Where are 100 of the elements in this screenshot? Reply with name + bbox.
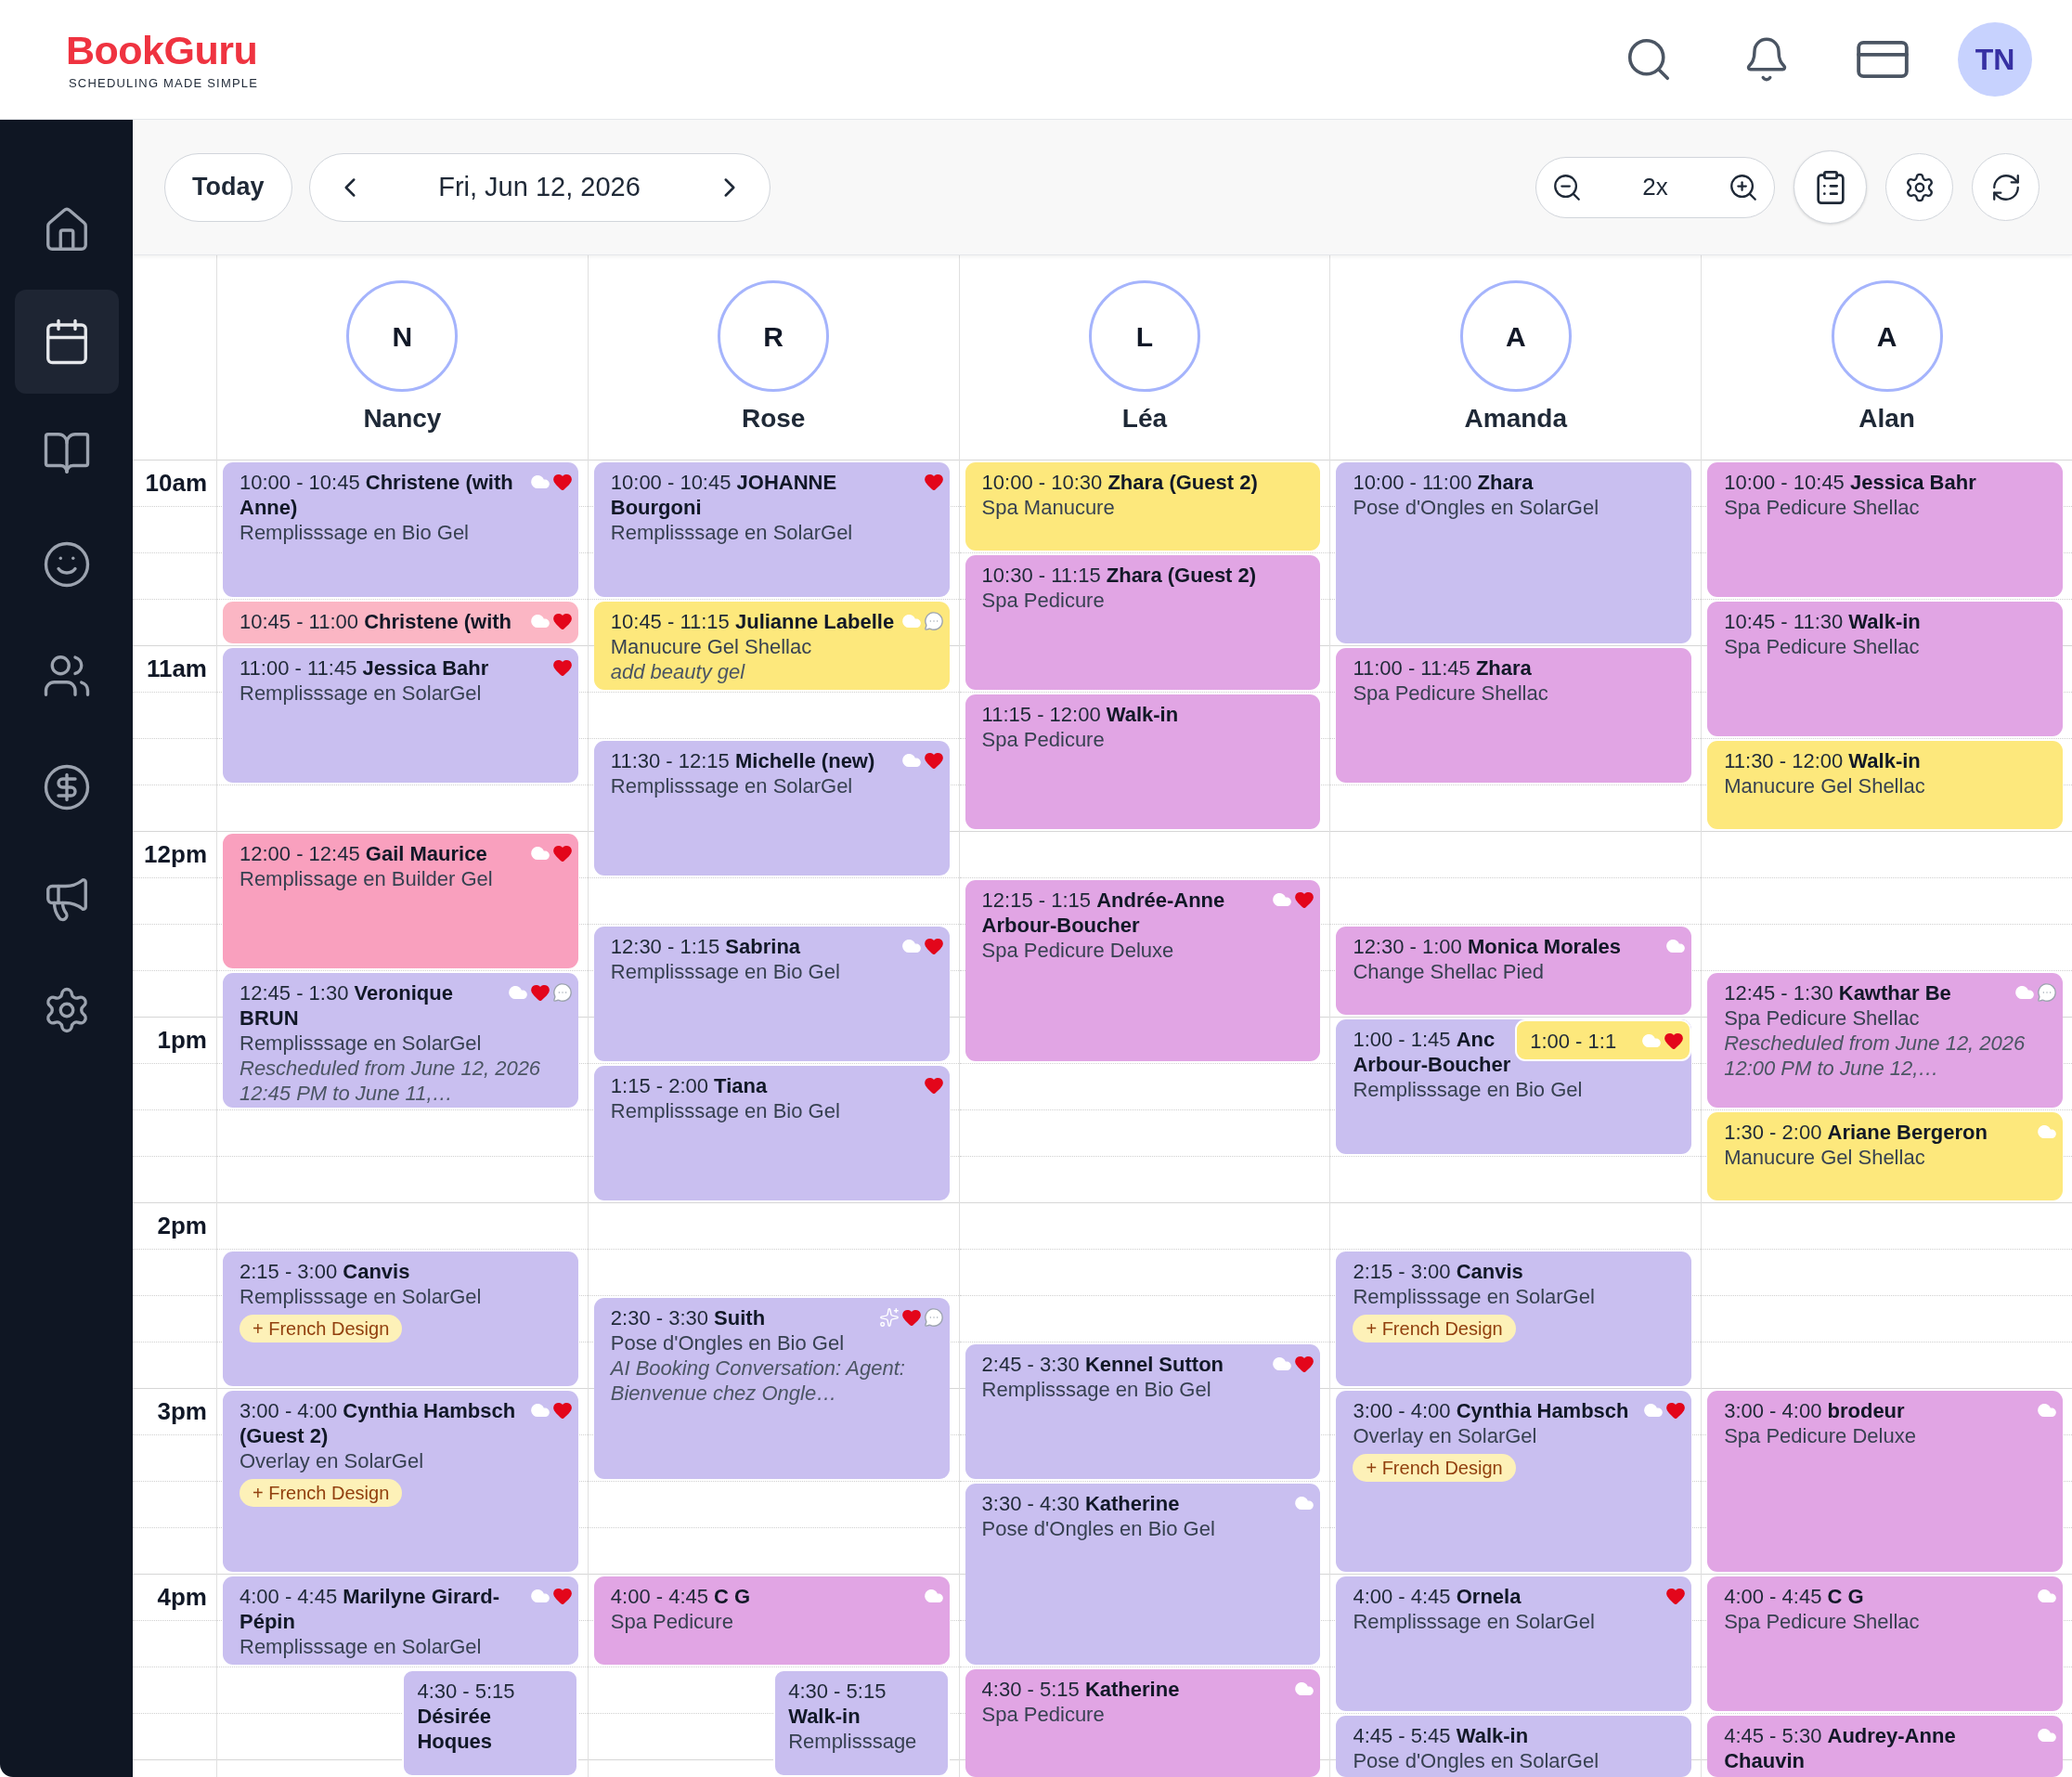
appointment-card[interactable]: 10:45 - 11:00 Christene (with bbox=[223, 602, 578, 643]
appointment-card[interactable]: 4:00 - 4:45 C G Spa Pedicure bbox=[593, 1576, 950, 1665]
service-name: Remplisssage en SolarGel bbox=[610, 773, 854, 798]
appointment-card[interactable]: 2:15 - 3:00 Canvis Remplisssage en SolarGel + French Design bbox=[1336, 1252, 1692, 1386]
appointment-title: 11:30 - 12:00 Walk-in bbox=[1724, 748, 1922, 773]
appointment-card[interactable]: 10:00 - 10:45 JOHANNE Bourgoni Remplisssage en SolarGel bbox=[593, 462, 950, 597]
appointment-title: 10:00 - 10:45 Christene (with Anne) bbox=[240, 470, 514, 520]
chat-icon bbox=[923, 611, 944, 631]
appointment-card[interactable]: 4:30 - 5:15 Walk-in Remplisssage bbox=[773, 1669, 950, 1777]
appointment-card[interactable]: 3:00 - 4:00 Cynthia Hambsch Overlay en SolarGel + French Design bbox=[1336, 1391, 1692, 1572]
service-name: Spa Manucure bbox=[981, 495, 1116, 520]
service-name: Spa Pedicure bbox=[981, 588, 1106, 613]
service-name: Remplisssage bbox=[788, 1729, 918, 1754]
appointment-title: 11:00 - 11:45 Jessica Bahr bbox=[240, 655, 490, 681]
staff-avatar[interactable]: R bbox=[718, 280, 830, 392]
service-name: Remplisssage en Bio Gel bbox=[240, 520, 470, 545]
heart-icon bbox=[551, 657, 573, 678]
appointment-card[interactable]: 1:00 - 1:45 Anc Arbour-Boucher Remplisssage en Bio Gel 1:00 - 1:1 bbox=[1336, 1019, 1692, 1154]
user-avatar[interactable]: TN bbox=[1958, 22, 2032, 97]
appointment-card[interactable]: 10:45 - 11:15 Julianne Labelle Manucure Gel Shellac add beauty gel bbox=[593, 602, 950, 690]
appointment-card[interactable]: 2:45 - 3:30 Kennel Sutton Remplisssage en Bio Gel bbox=[965, 1344, 1321, 1479]
appointment-card[interactable]: 11:00 - 11:45 Zhara Spa Pedicure Shellac bbox=[1336, 648, 1692, 783]
appointment-card[interactable]: 12:45 - 1:30 Veronique BRUN Remplisssage en SolarGel Rescheduled from June 12, 2026 12:45 PM to June 11,… bbox=[223, 973, 578, 1108]
service-name: Pose d'Ongles en Bio Gel bbox=[610, 1330, 846, 1355]
addon-tag: + French Design bbox=[1353, 1454, 1516, 1482]
sparkle-icon bbox=[878, 1307, 900, 1328]
brand-logo[interactable]: BookGuru bbox=[66, 28, 258, 71]
nav-item[interactable] bbox=[14, 290, 119, 394]
appointment-title: 11:00 - 11:45 Zhara bbox=[1353, 655, 1533, 681]
heart-icon bbox=[923, 936, 944, 956]
appointment-card[interactable]: 10:00 - 10:45 Jessica Bahr Spa Pedicure Shellac bbox=[1707, 462, 2063, 597]
appointment-card[interactable]: 10:00 - 11:00 Zhara Pose d'Ongles en SolarGel bbox=[1336, 462, 1692, 643]
appointment-card[interactable]: 10:00 - 10:30 Zhara (Guest 2) Spa Manucure bbox=[965, 462, 1321, 551]
heart-icon bbox=[923, 1075, 944, 1096]
service-name: Spa Pedicure Deluxe bbox=[981, 938, 1175, 963]
today-button[interactable]: Today bbox=[164, 152, 292, 222]
appointment-title: 12:30 - 1:15 Sabrina bbox=[610, 934, 802, 959]
appointment-card[interactable]: 4:00 - 4:45 Ornela Remplisssage en SolarGel bbox=[1336, 1576, 1692, 1711]
appointment-card[interactable]: 4:00 - 4:45 Marilyne Girard-Pépin Remplisssage en SolarGel bbox=[223, 1576, 578, 1665]
appointment-card[interactable]: 1:00 - 1:1 bbox=[1515, 1019, 1692, 1061]
service-name: Change Shellac Pied bbox=[1353, 959, 1545, 984]
appointment-card[interactable]: 12:15 - 1:15 Andrée-Anne Arbour-Boucher Spa Pedicure Deluxe bbox=[965, 880, 1321, 1061]
appointment-card[interactable]: 12:00 - 12:45 Gail Maurice Remplissage en Builder Gel bbox=[223, 834, 578, 968]
hour-label: 4pm bbox=[157, 1583, 207, 1611]
appointment-card[interactable]: 12:30 - 1:15 Sabrina Remplisssage en Bio Gel bbox=[593, 927, 950, 1061]
service-name: Spa Pedicure Shellac bbox=[1724, 634, 1921, 659]
appointment-title: 4:45 - 5:45 Walk-in bbox=[1353, 1723, 1530, 1748]
appointment-card[interactable]: 4:30 - 5:15 Désirée Hoques bbox=[402, 1669, 578, 1777]
appointment-card[interactable]: 4:00 - 4:45 C G Spa Pedicure Shellac bbox=[1707, 1576, 2063, 1711]
appointment-card[interactable]: 11:30 - 12:00 Walk-in Manucure Gel Shellac bbox=[1707, 741, 2063, 829]
appointment-title: 3:30 - 4:30 Katherine bbox=[981, 1491, 1181, 1516]
heart-icon bbox=[551, 843, 573, 863]
appointment-card[interactable]: 2:30 - 3:30 Suith Pose d'Ongles en Bio Gel AI Booking Conversation: Agent: Bienvenue chez Ongle… bbox=[593, 1298, 950, 1479]
service-name: Manucure Gel Shellac bbox=[1724, 1145, 1926, 1170]
appointment-card[interactable]: 3:00 - 4:00 brodeur Spa Pedicure Deluxe bbox=[1707, 1391, 2063, 1572]
staff-avatar[interactable]: N bbox=[346, 280, 459, 392]
appointment-card[interactable]: 10:30 - 11:15 Zhara (Guest 2) Spa Pedicure bbox=[965, 555, 1321, 690]
appointment-note: Rescheduled from June 12, 2026 12:00 PM to June 12,… bbox=[1724, 1031, 2027, 1081]
service-name: Pose d'Ongles en Bio Gel bbox=[981, 1516, 1216, 1541]
service-name: Remplisssage en Bio Gel bbox=[1353, 1077, 1584, 1102]
appointment-card[interactable]: 11:30 - 12:15 Michelle (new) Remplisssage en SolarGel bbox=[593, 741, 950, 876]
brand-tagline: SCHEDULING MADE SIMPLE bbox=[69, 75, 259, 91]
appointment-title: 12:15 - 1:15 Andrée-Anne Arbour-Boucher bbox=[981, 888, 1226, 938]
addon-tag: + French Design bbox=[1353, 1315, 1516, 1342]
appointment-card[interactable]: 12:45 - 1:30 Kawthar Be Spa Pedicure Shellac Rescheduled from June 12, 2026 12:00 PM to June 12,… bbox=[1707, 973, 2063, 1108]
staff-avatar[interactable]: A bbox=[1831, 280, 1943, 392]
hour-label: 3pm bbox=[157, 1397, 207, 1425]
heart-icon bbox=[1665, 1586, 1687, 1606]
appointment-card[interactable]: 11:15 - 12:00 Walk-in Spa Pedicure bbox=[965, 694, 1321, 829]
appointment-card[interactable]: 1:30 - 2:00 Ariane Bergeron Manucure Gel Shellac bbox=[1707, 1112, 2063, 1200]
service-name: Manucure Gel Shellac bbox=[610, 634, 813, 659]
heart-icon bbox=[923, 472, 944, 492]
appointment-title: 12:00 - 12:45 Gail Maurice bbox=[240, 841, 488, 866]
service-name: Spa Pedicure bbox=[981, 1702, 1106, 1727]
service-name: Remplissage en Builder Gel bbox=[240, 866, 494, 891]
service-name: Pose d'Ongles en SolarGel bbox=[1353, 1748, 1600, 1773]
appointment-card[interactable]: 2:15 - 3:00 Canvis Remplisssage en SolarGel + French Design bbox=[223, 1252, 578, 1386]
appointment-title: 11:30 - 12:15 Michelle (new) bbox=[610, 748, 876, 773]
heart-icon bbox=[1665, 1400, 1687, 1420]
appointment-title: 10:30 - 11:15 Zhara (Guest 2) bbox=[981, 563, 1258, 588]
appointment-title: 1:15 - 2:00 Tiana bbox=[610, 1073, 769, 1098]
appointment-note: Rescheduled from June 12, 2026 12:45 PM to June 11,… bbox=[240, 1056, 542, 1106]
heart-icon bbox=[551, 1586, 573, 1606]
hour-label: 11am bbox=[146, 655, 207, 682]
appointment-card[interactable]: 4:30 - 5:15 Katherine Spa Pedicure bbox=[965, 1669, 1321, 1777]
appointment-card[interactable]: 3:30 - 4:30 Katherine Pose d'Ongles en Bio Gel bbox=[965, 1484, 1321, 1665]
appointment-title: 4:45 - 5:30 Audrey-Anne Chauvin bbox=[1724, 1723, 1957, 1773]
staff-name: Rose bbox=[741, 403, 806, 435]
staff-avatar[interactable]: A bbox=[1459, 280, 1572, 392]
appointment-card[interactable]: 4:45 - 5:45 Walk-in Pose d'Ongles en SolarGel bbox=[1336, 1716, 1692, 1777]
appointment-card[interactable]: 3:00 - 4:00 Cynthia Hambsch (Guest 2) Overlay en SolarGel + French Design bbox=[223, 1391, 578, 1572]
appointment-title: 10:00 - 11:00 Zhara bbox=[1353, 470, 1535, 495]
appointment-card[interactable]: 4:45 - 5:30 Audrey-Anne Chauvin bbox=[1707, 1716, 2063, 1777]
appointment-card[interactable]: 10:00 - 10:45 Christene (with Anne) Remplisssage en Bio Gel bbox=[223, 462, 578, 597]
service-name: Remplisssage en SolarGel bbox=[240, 1634, 483, 1659]
appointment-card[interactable]: 12:30 - 1:00 Monica Morales Change Shellac Pied bbox=[1336, 927, 1692, 1015]
appointment-card[interactable]: 11:00 - 11:45 Jessica Bahr Remplisssage en SolarGel bbox=[223, 648, 578, 783]
appointment-card[interactable]: 10:45 - 11:30 Walk-in Spa Pedicure Shellac bbox=[1707, 602, 2063, 736]
appointment-card[interactable]: 1:15 - 2:00 Tiana Remplisssage en Bio Gel bbox=[593, 1066, 950, 1200]
staff-avatar[interactable]: L bbox=[1089, 280, 1200, 392]
